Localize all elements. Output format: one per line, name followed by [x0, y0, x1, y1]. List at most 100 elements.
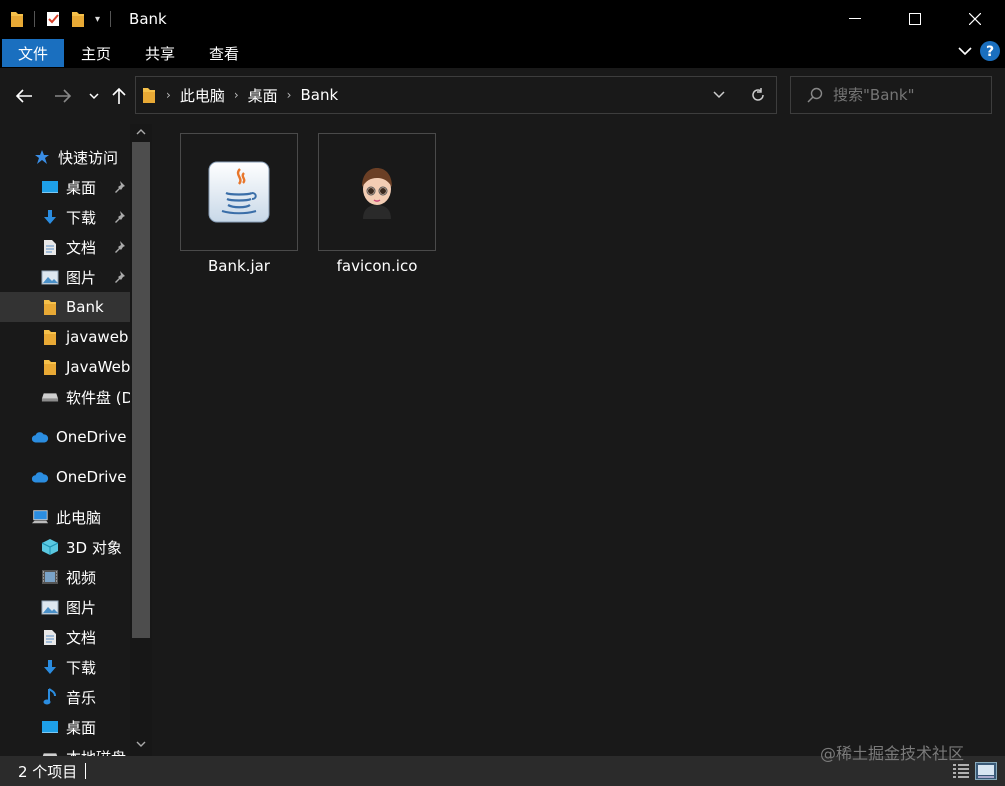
sidebar-item-javaweb[interactable]: javaweb [0, 322, 130, 352]
arrow-up-icon [112, 87, 126, 104]
help-icon[interactable]: ? [979, 40, 1001, 62]
avatar-icon [362, 168, 392, 219]
item-count: 2 个项目 [18, 762, 78, 781]
desktop-icon [41, 718, 59, 736]
chevron-right-icon[interactable]: › [287, 88, 292, 102]
sidebar-item-label: 3D 对象 [66, 538, 122, 557]
scroll-up-icon[interactable] [135, 127, 147, 137]
star-icon [33, 148, 51, 166]
sidebar-item-label: 图片 [66, 268, 97, 287]
tab-view[interactable]: 查看 [192, 39, 256, 67]
sidebar-item-onedrive-2[interactable]: OneDrive - [0, 462, 130, 492]
quick-access-toolbar: ▾ [0, 0, 121, 38]
file-thumbnail[interactable] [180, 133, 298, 251]
scrollbar-thumb[interactable] [132, 142, 150, 638]
file-thumbnail[interactable] [318, 133, 436, 251]
watermark: @稀土掘金技术社区 [820, 744, 965, 763]
sidebar-item-label: JavaWeb [66, 358, 130, 376]
music-icon [41, 688, 59, 706]
search-box[interactable] [790, 76, 992, 114]
sidebar-item-quick-access[interactable]: 快速访问 [0, 142, 130, 172]
tab-file[interactable]: 文件 [2, 39, 65, 67]
address-dropdown-icon[interactable] [712, 90, 726, 100]
video-icon [41, 568, 59, 586]
file-list: Bank.jar favicon.ico [152, 124, 1005, 756]
sidebar-item-documents-pc[interactable]: 文档 [0, 622, 130, 652]
file-item[interactable]: favicon.ico [318, 133, 436, 275]
breadcrumb-bank[interactable]: Bank [300, 86, 338, 104]
sidebar-item-this-pc[interactable]: 此电脑 [0, 502, 130, 532]
scroll-down-icon[interactable] [135, 739, 147, 749]
sidebar-item-label: OneDrive - [56, 468, 130, 486]
close-button[interactable] [945, 0, 1005, 38]
folder-icon [41, 358, 59, 376]
sidebar-item-desktop-pc[interactable]: 桌面 [0, 712, 130, 742]
sidebar-item-downloads[interactable]: 下载 [0, 202, 130, 232]
pin-icon[interactable] [112, 180, 126, 194]
chevron-down-icon [89, 93, 99, 100]
arrow-right-icon [55, 89, 72, 103]
sidebar-item-videos[interactable]: 视频 [0, 562, 130, 592]
customize-dropdown-icon[interactable]: ▾ [95, 14, 100, 25]
maximize-button[interactable] [885, 0, 945, 38]
sidebar-item-documents[interactable]: 文档 [0, 232, 130, 262]
folder-icon[interactable] [10, 11, 24, 28]
breadcrumb-this-pc[interactable]: 此电脑 [180, 85, 225, 106]
tab-home[interactable]: 主页 [64, 39, 128, 67]
sidebar-item-3d-objects[interactable]: 3D 对象 [0, 532, 130, 562]
expand-ribbon-icon[interactable] [955, 41, 975, 61]
details-view-icon[interactable] [951, 762, 971, 780]
sidebar-item-pictures-pc[interactable]: 图片 [0, 592, 130, 622]
computer-icon [31, 508, 49, 526]
sidebar-item-desktop[interactable]: 桌面 [0, 172, 130, 202]
sidebar-item-label: 桌面 [66, 178, 97, 197]
sidebar-item-label: 视频 [66, 568, 97, 587]
cloud-icon [31, 428, 49, 446]
drive-icon [41, 748, 59, 756]
new-folder-icon[interactable] [71, 11, 85, 28]
3d-objects-icon [41, 538, 59, 556]
recent-locations-button[interactable] [82, 86, 106, 106]
sidebar-item-drive-d[interactable]: 软件盘 (D [0, 382, 130, 412]
search-icon [807, 87, 823, 103]
address-bar[interactable]: › 此电脑 › 桌面 › Bank [135, 76, 777, 114]
refresh-icon[interactable] [750, 87, 766, 103]
file-name[interactable]: Bank.jar [180, 257, 298, 275]
cloud-icon [31, 468, 49, 486]
properties-icon[interactable] [45, 11, 61, 27]
search-input[interactable] [833, 86, 983, 104]
folder-icon [41, 328, 59, 346]
file-item[interactable]: Bank.jar [180, 133, 298, 275]
sidebar-item-javaweb-2[interactable]: JavaWeb [0, 352, 130, 382]
large-icons-view-icon[interactable] [975, 762, 997, 780]
pin-icon[interactable] [112, 240, 126, 254]
up-button[interactable] [107, 86, 131, 106]
forward-button[interactable] [51, 86, 75, 106]
sidebar-item-pictures[interactable]: 图片 [0, 262, 130, 292]
desktop-icon [41, 178, 59, 196]
file-name[interactable]: favicon.ico [318, 257, 436, 275]
chevron-right-icon[interactable]: › [234, 88, 239, 102]
breadcrumb-desktop[interactable]: 桌面 [248, 85, 278, 106]
sidebar-item-bank[interactable]: Bank [0, 292, 130, 322]
sidebar-scrollbar[interactable] [130, 124, 152, 756]
sidebar-item-local-disk[interactable]: 本地磁盘 [0, 742, 130, 756]
sidebar-item-label: 图片 [66, 598, 97, 617]
back-button[interactable] [12, 86, 36, 106]
tab-share[interactable]: 共享 [128, 39, 192, 67]
pin-icon[interactable] [112, 270, 126, 284]
sidebar-item-label: OneDrive - [56, 428, 130, 446]
view-toggle [951, 762, 997, 780]
sidebar-item-downloads-pc[interactable]: 下载 [0, 652, 130, 682]
window-title: Bank [129, 10, 167, 28]
divider [110, 11, 112, 27]
chevron-right-icon[interactable]: › [166, 88, 171, 102]
sidebar-item-label: 本地磁盘 [66, 747, 126, 757]
sidebar-item-music[interactable]: 音乐 [0, 682, 130, 712]
pin-icon[interactable] [112, 210, 126, 224]
minimize-button[interactable] [825, 0, 885, 38]
sidebar-item-label: 桌面 [66, 718, 97, 737]
window-controls [825, 0, 1005, 38]
drive-icon [41, 388, 59, 406]
sidebar-item-onedrive-1[interactable]: OneDrive - [0, 422, 130, 452]
